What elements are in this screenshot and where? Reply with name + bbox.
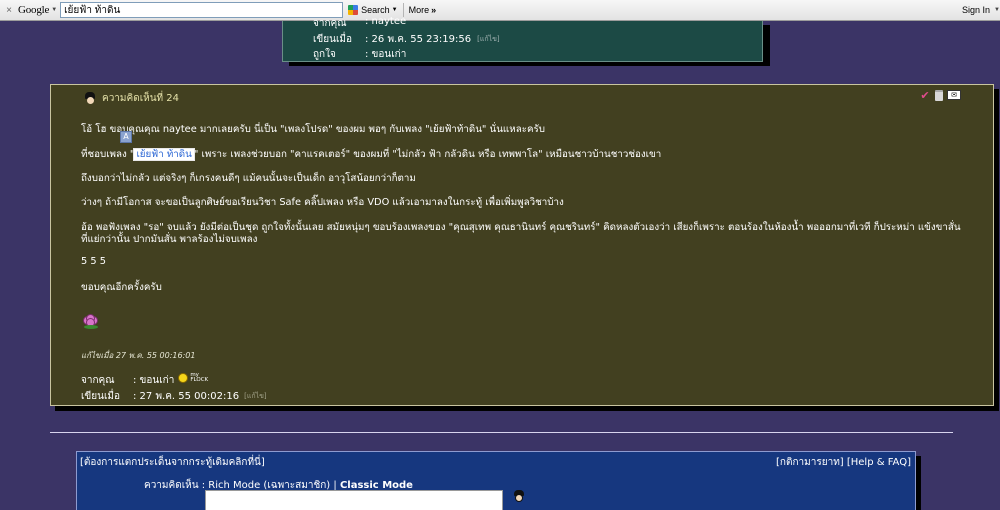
comment-header: ความคิดเห็นที่ 24 — [84, 91, 179, 106]
more-button[interactable]: More » — [409, 5, 437, 15]
from-label: จากคุณ — [81, 375, 115, 386]
chevron-down-icon[interactable]: ▼ — [51, 7, 57, 13]
rules-help-links[interactable]: [กติกามารยาท] [Help & FAQ] — [776, 455, 911, 470]
sign-in-link[interactable]: Sign In — [962, 5, 990, 15]
written-label: เขียนเมื่อ — [81, 391, 120, 402]
more-label: More — [408, 5, 430, 15]
search-button-label: Search — [361, 5, 390, 15]
trash-icon[interactable] — [935, 89, 943, 101]
comment-editor[interactable] — [205, 490, 503, 510]
google-g-icon — [348, 5, 359, 15]
reply-panel: [ต้องการแตกประเด็นจากกระทู้เดิมคลิกที่นี… — [76, 451, 916, 510]
written-value: : 27 พ.ค. 55 00:02:16 — [133, 391, 240, 402]
highlight-marker-icon[interactable]: A — [120, 131, 132, 143]
edited-note: แก้ไขเมื่อ 27 พ.ค. 55 00:16:01 — [81, 351, 196, 360]
search-input[interactable] — [60, 2, 344, 18]
from-value[interactable]: : ขอนเก่า — [133, 373, 174, 388]
comment-paragraph-3: ถึงบอกว่าไม่กลัว แต่จริงๆ ก็เกรงคนดีๆ แม… — [81, 173, 416, 184]
previous-from-row: จากคุณ : naytee — [313, 16, 406, 31]
chevron-down-icon[interactable]: ▼ — [994, 7, 1000, 13]
comment-paragraph-6: 5 5 5 — [81, 256, 106, 267]
comment-text: " เพราะ เพลงช่วยบอก "คาแรคเตอร์" ของผมที… — [193, 149, 662, 160]
chevron-down-icon: ▼ — [391, 7, 398, 13]
check-icon[interactable]: ✔ — [919, 89, 931, 102]
previous-likes-row: ถูกใจ : ขอนเก่า — [313, 47, 406, 62]
toolbar-divider — [402, 3, 404, 17]
written-value: : 26 พ.ค. 55 23:19:56 — [365, 34, 472, 45]
double-chevron-right-icon: » — [431, 5, 437, 15]
likes-value[interactable]: : ขอนเก่า — [365, 47, 406, 62]
highlighted-search-term: เย้ยฟ้า ท้าดิน — [133, 148, 195, 161]
comment-text: ที่ชอบเพลง " — [81, 149, 135, 160]
message-icon[interactable]: ✉ — [947, 90, 961, 100]
from-label: จากคุณ — [313, 18, 347, 29]
edit-link[interactable]: [แก้ไข] — [244, 391, 267, 404]
comment-tools: ✔ ✉ — [919, 89, 961, 102]
section-divider — [50, 432, 953, 433]
comment-title: ความคิดเห็นที่ 24 — [102, 93, 180, 104]
smiley-icon — [178, 373, 189, 383]
split-topic-link[interactable]: [ต้องการแตกประเด็นจากกระทู้เดิมคลิกที่นี… — [80, 455, 265, 470]
written-label: เขียนเมื่อ — [313, 34, 352, 45]
previous-comment-box: จากคุณ : naytee เขียนเมื่อ : 26 พ.ค. 55 … — [282, 16, 763, 62]
likes-label: ถูกใจ — [313, 49, 336, 60]
comment-from-row: จากคุณ : ขอนเก่า my FLOCK — [81, 372, 208, 388]
previous-written-row: เขียนเมื่อ : 26 พ.ค. 55 23:19:56 [แก้ไข] — [313, 32, 500, 47]
google-logo[interactable]: Google — [18, 4, 49, 16]
edit-link[interactable]: [แก้ไข] — [477, 34, 500, 47]
google-toolbar: × Google ▼ Search ▼ More » Sign In ▼ — [0, 0, 1000, 21]
comment-written-row: เขียนเมื่อ : 27 พ.ค. 55 00:02:16 [แก้ไข] — [81, 389, 267, 404]
comment-paragraph-1: โอ้ โฮ ขอบคุณคุณ naytee มากเลยครับ นี่เป… — [81, 124, 545, 135]
close-toolbar-icon[interactable]: × — [2, 5, 16, 16]
user-avatar-icon — [513, 490, 525, 504]
search-button[interactable]: Search ▼ — [348, 5, 398, 15]
comment-paragraph-4: ว่างๆ ถ้ามีโอกาส จะขอเป็นลูกศิษย์ขอเรียน… — [81, 197, 564, 208]
from-value[interactable]: : naytee — [365, 16, 406, 31]
comment-paragraph-5-line-2: ที่แย่กว่านั้น ปากมันสั่น พาลร้องไม่จบเพ… — [81, 234, 258, 245]
comment-box: ความคิดเห็นที่ 24 ✔ ✉ โอ้ โฮ ขอบคุณคุณ n… — [50, 84, 994, 406]
comment-paragraph-2: ที่ชอบเพลง " เย้ยฟ้า ท้าดิน " เพราะ เพลงช่… — [81, 147, 661, 162]
rose-icon — [81, 314, 101, 330]
google-logo-text: Google — [18, 4, 50, 16]
avatar-icon — [84, 92, 96, 105]
comment-paragraph-7: ขอบคุณอีกครั้งครับ — [81, 282, 162, 293]
myflock-badge[interactable]: my FLOCK — [190, 372, 208, 388]
